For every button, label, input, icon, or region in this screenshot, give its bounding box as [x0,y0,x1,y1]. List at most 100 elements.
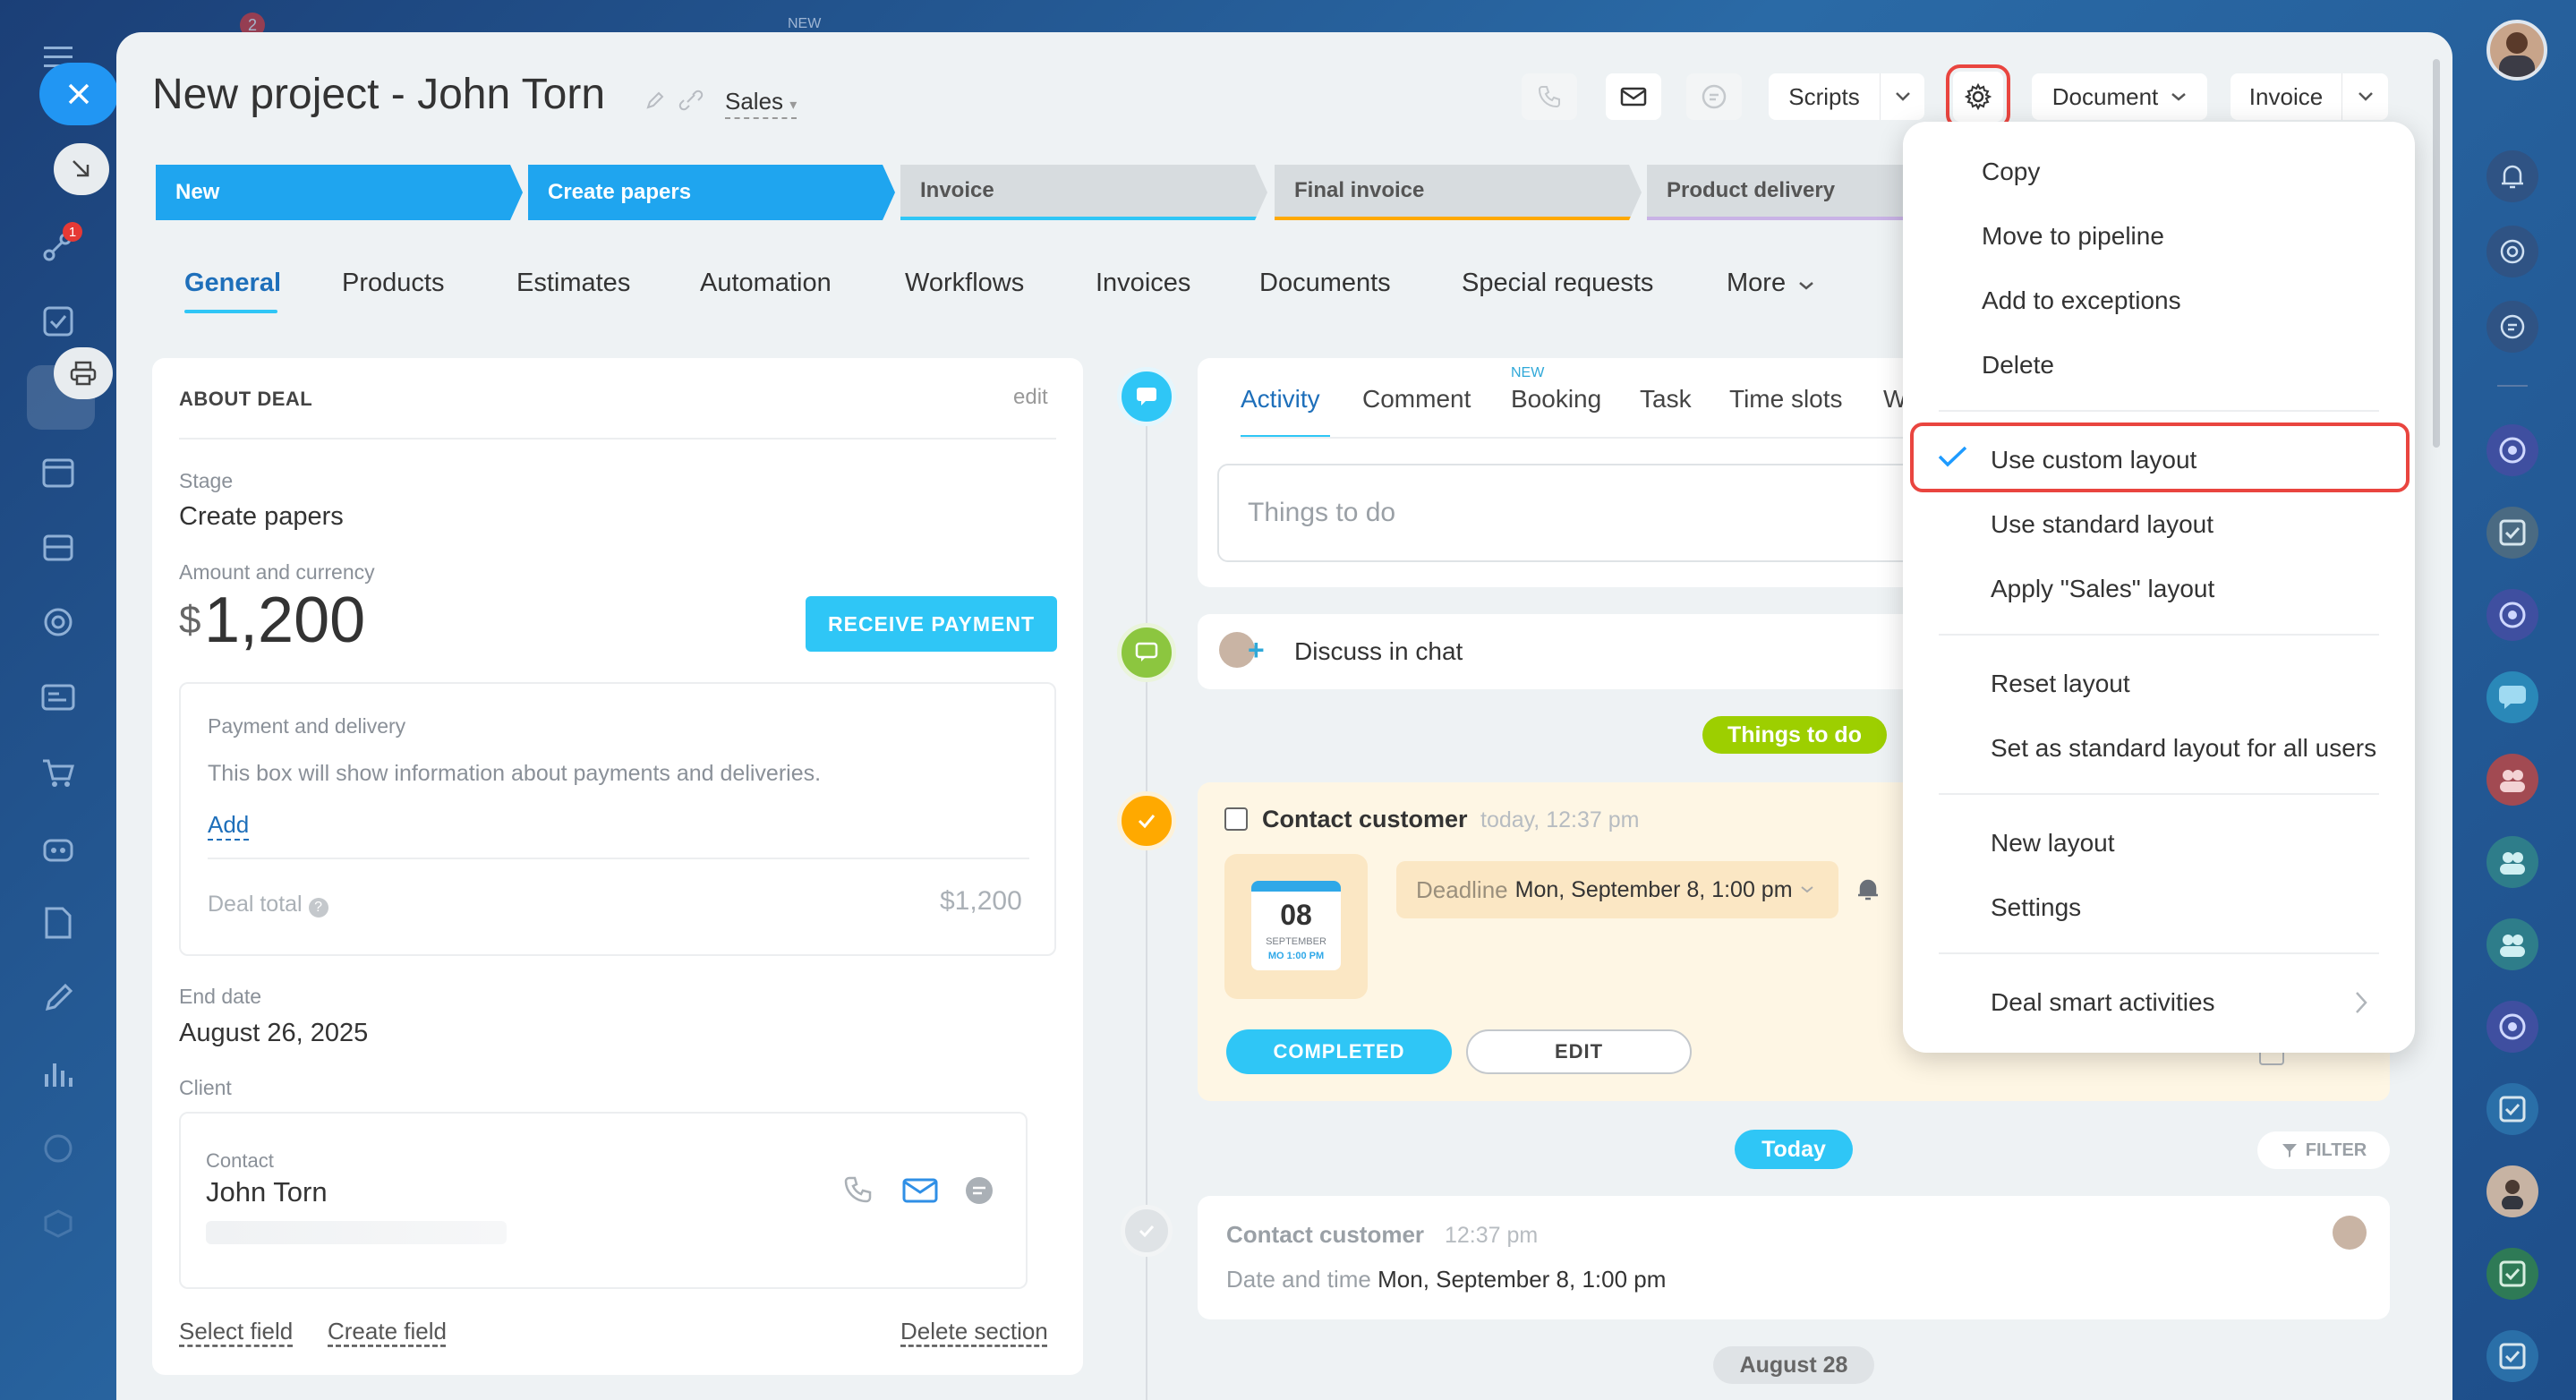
storage-icon[interactable] [36,525,81,569]
tab-invoices[interactable]: Invoices [1096,269,1190,298]
select-field-link[interactable]: Select field [179,1318,293,1345]
tab-products[interactable]: Products [342,269,444,298]
amount-value[interactable]: 1,200 [204,584,365,657]
tab-general[interactable]: General [184,269,281,298]
box-icon[interactable] [36,1201,81,1246]
pipeline-icon[interactable]: 1 [36,222,82,269]
receive-payment-button[interactable]: RECEIVE PAYMENT [806,596,1057,652]
menu-item-deal-smart-activities[interactable]: Deal smart activities [1991,988,2215,1017]
contact-email-icon[interactable] [902,1176,938,1205]
stage-final-invoice[interactable]: Final invoice [1275,165,1642,220]
pipeline-selector[interactable]: Sales ▾ [725,88,798,119]
activity-tab-task[interactable]: Task [1640,385,1692,414]
tab-more[interactable]: More [1727,269,1814,298]
minimize-button[interactable] [54,143,109,195]
robot-icon[interactable] [36,825,81,870]
shop-cart-icon[interactable] [36,750,81,795]
tab-automation[interactable]: Automation [700,269,832,298]
link-icon[interactable] [678,90,704,111]
group-icon-3[interactable] [2486,918,2538,970]
menu-item-use-custom-layout[interactable]: Use custom layout [1991,446,2196,474]
call-button[interactable] [1522,73,1577,120]
delete-section-link[interactable]: Delete section [900,1318,1048,1345]
activity-tab-activity[interactable]: Activity [1241,385,1320,414]
app-icon-1[interactable] [2486,424,2538,476]
task-app-icon-4[interactable] [2486,1330,2538,1382]
activity-tab-time-slots[interactable]: Time slots [1729,385,1843,414]
group-icon-2[interactable] [2486,836,2538,888]
document-sign-icon[interactable] [36,901,81,945]
reminder-bell-icon[interactable] [1856,877,1880,902]
task-app-icon-3[interactable] [2486,1248,2538,1300]
menu-item-new-layout[interactable]: New layout [1991,829,2115,858]
tasks-icon[interactable] [36,299,81,344]
person-avatar-icon[interactable] [2486,1165,2538,1217]
menu-item-move-to-pipeline[interactable]: Move to pipeline [1982,222,2164,251]
task-title[interactable]: Contact customer [1262,806,1468,833]
tab-estimates[interactable]: Estimates [516,269,630,298]
task-app-icon-2[interactable] [2486,1083,2538,1135]
menu-item-settings[interactable]: Settings [1991,893,2081,922]
contact-center-icon[interactable] [36,675,81,720]
stage-invoice[interactable]: Invoice [900,165,1267,220]
notifications-bell-icon[interactable] [2486,150,2538,202]
chat-button[interactable] [1686,73,1742,120]
document-button[interactable]: Document [2032,73,2207,120]
completed-button[interactable]: COMPLETED [1226,1029,1452,1074]
app-icon-2[interactable] [2486,589,2538,641]
menu-item-add-to-exceptions[interactable]: Add to exceptions [1982,286,2181,315]
menu-item-set-standard-layout-all-users[interactable]: Set as standard layout for all users [1991,734,2376,763]
help-icon[interactable]: ? [308,898,328,918]
contact-name[interactable]: John Torn [206,1176,328,1208]
pen-icon[interactable] [36,976,81,1020]
settings-button[interactable] [1953,72,2003,122]
menu-item-delete[interactable]: Delete [1982,351,2054,380]
calendar-icon[interactable] [36,449,81,494]
menu-item-apply-sales-layout[interactable]: Apply "Sales" layout [1991,575,2214,603]
add-payment-link[interactable]: Add [208,811,250,841]
scripts-dropdown-button[interactable] [1880,73,1924,120]
print-button[interactable] [54,347,113,399]
tab-documents[interactable]: Documents [1259,269,1391,298]
scripts-button[interactable]: Scripts [1769,73,1880,120]
app-icon-3[interactable] [2486,1001,2538,1053]
target-icon[interactable] [36,600,81,645]
contact-phone-icon[interactable] [843,1174,875,1207]
document-label: Document [2051,82,2159,110]
create-field-link[interactable]: Create field [328,1318,447,1345]
stage-new[interactable]: New [156,165,523,220]
edit-task-button[interactable]: EDIT [1466,1029,1692,1074]
history-title[interactable]: Contact customer [1226,1221,1424,1249]
invoice-button[interactable]: Invoice [2231,73,2341,120]
deadline-selector[interactable]: Deadline Mon, September 8, 1:00 pm [1396,861,1838,918]
activity-tab-comment[interactable]: Comment [1362,385,1471,414]
chat-bubble-icon[interactable] [2486,671,2538,723]
goals-icon[interactable] [2486,226,2538,277]
task-complete-checkbox[interactable] [1224,807,1248,831]
invoice-dropdown-button[interactable] [2341,73,2388,120]
menu-item-use-standard-layout[interactable]: Use standard layout [1991,510,2213,539]
contact-chat-icon[interactable] [963,1174,995,1207]
search-chat-icon[interactable] [2486,301,2538,353]
faded-nav-icon[interactable] [36,1126,81,1171]
user-avatar[interactable] [2486,20,2547,81]
activity-tab-booking[interactable]: Booking [1511,385,1601,414]
analytics-icon[interactable] [36,1051,81,1096]
end-date-value[interactable]: August 26, 2025 [179,1019,368,1048]
menu-item-reset-layout[interactable]: Reset layout [1991,670,2130,698]
stage-product-delivery[interactable]: Product delivery [1647,165,1915,220]
add-participant-icon[interactable]: + [1248,634,1265,667]
stage-field-value[interactable]: Create papers [179,502,344,532]
panel-scrollbar[interactable] [2433,59,2440,448]
task-app-icon-1[interactable] [2486,507,2538,559]
group-icon-1[interactable] [2486,754,2538,806]
menu-item-copy[interactable]: Copy [1982,158,2040,186]
edit-section-link[interactable]: edit [1013,385,1048,410]
tab-workflows[interactable]: Workflows [905,269,1024,298]
filter-button[interactable]: FILTER [2257,1131,2390,1169]
close-slider-button[interactable] [39,63,118,125]
tab-special-requests[interactable]: Special requests [1462,269,1653,298]
stage-create-papers[interactable]: Create papers [528,165,895,220]
email-button[interactable] [1606,73,1661,120]
edit-title-icon[interactable] [644,90,666,111]
